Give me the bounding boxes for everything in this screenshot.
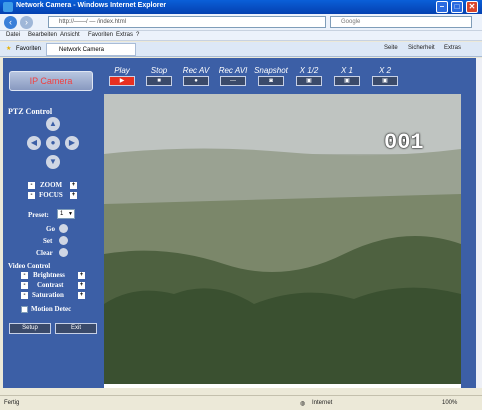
stop-label: Stop <box>150 66 168 75</box>
play-button[interactable]: ▶ <box>109 76 135 86</box>
menu-item[interactable]: Datei <box>6 32 20 38</box>
menu-item[interactable]: Favoriten <box>88 32 113 38</box>
window-title: Network Camera - Windows Internet Explor… <box>16 2 167 9</box>
go-label: Go <box>46 225 55 233</box>
star-icon: ★ <box>6 46 12 52</box>
set-label: Set <box>43 237 53 245</box>
play-label: Play <box>114 66 130 75</box>
security-zone: Internet <box>312 400 333 406</box>
brand-logo: IP Camera <box>9 71 93 91</box>
rec-avi-button[interactable]: — <box>220 76 246 86</box>
half-size-label: X 1/2 <box>299 66 319 75</box>
address-toolbar: ‹ › http://——/ — /index.html Google <box>0 14 482 31</box>
focus-far-button[interactable]: + <box>70 192 77 199</box>
pan-right-button[interactable]: ▶ <box>65 136 79 150</box>
zoom-out-button[interactable]: - <box>28 182 35 189</box>
menu-bar: Datei Bearbeiten Ansicht Favoriten Extra… <box>0 31 482 41</box>
menu-item[interactable]: Extras <box>116 32 133 38</box>
go-button[interactable] <box>59 224 68 233</box>
stop-button[interactable]: ■ <box>146 76 172 86</box>
motion-detect-label: Motion Detec <box>31 305 72 313</box>
preset-select[interactable]: 1 ▼ <box>57 209 75 219</box>
tab-bar: ★ Favoriten Network Camera Seite Sicherh… <box>0 42 482 57</box>
zoom-in-button[interactable]: + <box>70 182 77 189</box>
double-size-label: X 2 <box>378 66 391 75</box>
tools-menu[interactable]: Extras <box>444 45 461 51</box>
clear-button[interactable] <box>59 248 68 257</box>
search-input[interactable]: Google <box>330 16 472 28</box>
exit-button[interactable]: Exit <box>55 323 97 334</box>
contrast-up-button[interactable]: + <box>78 282 85 289</box>
camera-id-overlay: 001 <box>384 130 424 155</box>
rec-avi-label: Rec AVI <box>218 66 248 75</box>
menu-item[interactable]: Ansicht <box>60 32 80 38</box>
saturation-up-button[interactable]: + <box>78 292 85 299</box>
saturation-label: Saturation <box>32 291 64 299</box>
video-control-title: Video Control <box>8 262 51 270</box>
window-titlebar: Network Camera - Windows Internet Explor… <box>0 0 482 14</box>
setup-button[interactable]: Setup <box>9 323 51 334</box>
ptz-home-button[interactable]: ● <box>46 136 60 150</box>
right-border-panel <box>461 58 476 388</box>
brightness-up-button[interactable]: + <box>78 272 85 279</box>
motion-detect-checkbox[interactable] <box>21 306 28 313</box>
zoom-level[interactable]: 100% <box>442 400 457 406</box>
vertical-scrollbar[interactable] <box>476 58 482 388</box>
safety-menu[interactable]: Sicherheit <box>408 45 435 51</box>
forward-button[interactable]: › <box>20 16 33 29</box>
minimize-button[interactable]: – <box>436 1 448 13</box>
double-size-button[interactable]: ▣ <box>372 76 398 86</box>
half-size-button[interactable]: ▣ <box>296 76 322 86</box>
rec-av-label: Rec AV <box>182 66 210 75</box>
clear-label: Clear <box>36 249 53 257</box>
status-bar: Fertig ◍ Internet 100% <box>0 395 482 410</box>
tab-network-camera[interactable]: Network Camera <box>46 43 136 56</box>
contrast-down-button[interactable]: - <box>21 282 28 289</box>
video-toolbar: Play ▶ Stop ■ Rec AV ● Rec AVI — Snapsho… <box>104 58 461 94</box>
status-text: Fertig <box>4 400 20 406</box>
menu-item[interactable]: Bearbeiten <box>28 32 57 38</box>
address-field[interactable]: http://——/ — /index.html <box>48 16 326 28</box>
contrast-label: Contrast <box>37 281 64 289</box>
page-menu[interactable]: Seite <box>384 45 398 51</box>
rec-av-button[interactable]: ● <box>183 76 209 86</box>
preset-label: Preset: <box>28 211 49 219</box>
maximize-button[interactable]: □ <box>451 1 463 13</box>
globe-icon: ◍ <box>300 401 306 407</box>
focus-near-button[interactable]: - <box>28 192 35 199</box>
zoom-label: ZOOM <box>40 181 63 189</box>
chevron-down-icon: ▼ <box>68 211 73 217</box>
live-video-view[interactable]: 001 <box>104 94 461 384</box>
snapshot-button[interactable]: ◙ <box>258 76 284 86</box>
ptz-title: PTZ Control <box>8 107 53 116</box>
set-button[interactable] <box>59 236 68 245</box>
brightness-label: Brightness <box>33 271 65 279</box>
saturation-down-button[interactable]: - <box>21 292 28 299</box>
menu-item[interactable]: ? <box>136 32 139 38</box>
brightness-down-button[interactable]: - <box>21 272 28 279</box>
snapshot-label: Snapshot <box>254 66 288 75</box>
pan-left-button[interactable]: ◀ <box>27 136 41 150</box>
close-button[interactable]: ✕ <box>466 1 478 13</box>
tilt-up-button[interactable]: ▲ <box>46 117 60 131</box>
back-button[interactable]: ‹ <box>4 16 17 29</box>
full-size-label: X 1 <box>340 66 353 75</box>
ie-app-icon <box>3 2 13 12</box>
favorites-tab[interactable]: ★ Favoriten <box>4 43 44 56</box>
tilt-down-button[interactable]: ▼ <box>46 155 60 169</box>
full-size-button[interactable]: ▣ <box>334 76 360 86</box>
focus-label: FOCUS <box>39 191 63 199</box>
